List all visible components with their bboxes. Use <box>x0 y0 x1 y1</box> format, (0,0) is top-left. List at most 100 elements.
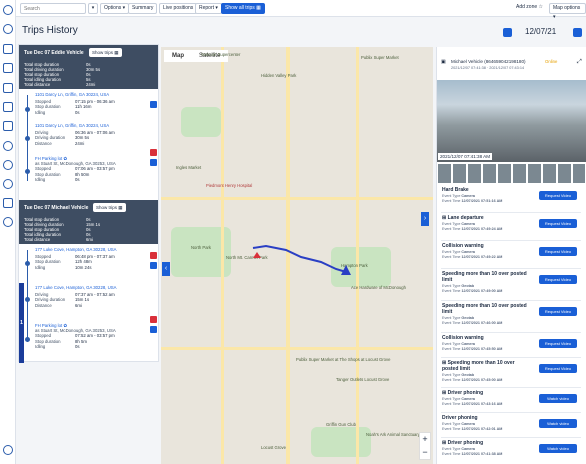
map-view[interactable]: Map Satellite Walmart Supercenter Hidden… <box>161 47 433 464</box>
next-date-button[interactable] <box>573 28 582 37</box>
stop-row: Distance 24mi <box>35 141 155 146</box>
request-video-button[interactable]: Request Video <box>539 307 577 316</box>
event-item[interactable]: Speeding more than 10 over posted limit … <box>441 301 581 333</box>
chart-icon[interactable] <box>3 83 13 93</box>
zoom-out-button[interactable]: − <box>420 446 430 459</box>
search-input[interactable] <box>20 3 86 14</box>
event-time-value: 12/07/2021 07:46:00 AM <box>461 321 503 325</box>
trip-index: 1 <box>20 320 23 326</box>
stop-item[interactable]: FH Parking lot ✿ as Stuart St, McDonough… <box>35 156 155 182</box>
event-type-value: Camera <box>461 397 475 401</box>
stop-item[interactable]: 1101 Darcy Ln, Griffin, GA 30224, USA Dr… <box>35 123 155 146</box>
request-video-button[interactable]: Request Video <box>539 339 577 348</box>
stop-address[interactable]: 177 Luke Cove, Hampton, GA 30228, USA <box>35 285 155 290</box>
expand-icon[interactable]: ⤢ <box>577 59 582 66</box>
document-icon[interactable] <box>3 63 13 73</box>
event-item[interactable]: Collision warning Event Type Camera Even… <box>441 333 581 358</box>
globe-icon[interactable] <box>3 24 13 34</box>
alert-icon[interactable] <box>150 252 157 259</box>
add-zone-button[interactable]: Add zone ☆ <box>513 3 547 14</box>
alert-icon[interactable] <box>150 149 157 156</box>
video-thumbnail[interactable] <box>498 164 511 183</box>
request-video-button[interactable]: Request Video <box>539 247 577 256</box>
more-icon[interactable] <box>150 262 157 269</box>
stop-address[interactable]: 1101 Darcy Ln, Griffin, GA 30224, USA <box>35 92 155 97</box>
options-button[interactable]: Options ▾ <box>100 3 130 14</box>
event-item[interactable]: Collision warning Event Type Camera Even… <box>441 241 581 269</box>
show-trips-button[interactable]: Show trips ▦ <box>93 203 126 212</box>
request-video-button[interactable]: Request Video <box>539 219 577 228</box>
video-thumbnail[interactable] <box>483 164 496 183</box>
event-item[interactable]: ⊞ Driver phoning Event Type Camera Event… <box>441 388 581 413</box>
prev-date-button[interactable] <box>503 28 512 37</box>
logo-icon[interactable] <box>3 5 13 15</box>
watch-video-button[interactable]: Watch video <box>539 394 577 403</box>
summary-value: 6mi <box>86 237 93 242</box>
more-icon[interactable] <box>150 101 157 108</box>
event-time: Event Time 12/07/2021 07:42:01 AM <box>442 427 503 431</box>
stop-key: Idling <box>35 343 46 349</box>
route-icon[interactable] <box>3 198 13 208</box>
event-time-value: 12/07/2021 07:42:01 AM <box>461 427 503 431</box>
watch-video-button[interactable]: Watch video <box>539 444 577 453</box>
stop-address[interactable]: 177 Luke Cove, Hampton, GA 30228, USA <box>35 247 155 252</box>
location-icon[interactable] <box>3 217 13 227</box>
report-button[interactable]: Report ▾ <box>195 3 222 14</box>
alert-icon[interactable] <box>150 316 157 323</box>
event-time-value: 12/07/2021 07:49:24 AM <box>461 227 503 231</box>
stop-item[interactable]: FH Parking lot ✿ as Stuart St, McDonough… <box>35 323 155 349</box>
event-type: Event Type Camera <box>442 342 475 346</box>
video-thumbnail[interactable] <box>453 164 466 183</box>
event-item[interactable]: Hard Brake Event Type Camera Event Time … <box>441 185 581 213</box>
video-thumbnail[interactable] <box>558 164 571 183</box>
settings-icon[interactable] <box>3 179 13 189</box>
user-icon[interactable] <box>3 141 13 151</box>
event-type-value: Camera <box>461 422 475 426</box>
show-trips-button[interactable]: Show trips ▦ <box>89 48 122 57</box>
watch-video-button[interactable]: Watch video <box>539 419 577 428</box>
summary-button[interactable]: Summary <box>128 3 158 14</box>
collapse-left-icon[interactable]: ‹ <box>162 262 170 276</box>
help-icon[interactable] <box>3 445 13 455</box>
video-thumbnail[interactable] <box>438 164 451 183</box>
stop-item[interactable]: 177 Luke Cove, Hampton, GA 30228, USA St… <box>35 247 155 270</box>
event-item[interactable]: Speeding more than 10 over posted limit … <box>441 269 581 301</box>
search-dropdown-icon[interactable]: ▾ <box>88 3 98 14</box>
event-item[interactable]: ⊞ Speeding more than 10 over posted limi… <box>441 358 581 388</box>
event-item[interactable]: ⊞ Driver phoning Event Type Camera Event… <box>441 438 581 464</box>
trip-header: Tue Dec 07 Michael Vehicle Show trips ▦ … <box>19 200 158 244</box>
fuel-icon[interactable] <box>3 160 13 170</box>
video-thumbnail[interactable] <box>543 164 556 183</box>
zoom-in-button[interactable]: + <box>420 433 430 446</box>
stop-value: 0s <box>75 343 80 349</box>
route-overlay <box>252 244 351 275</box>
stop-item[interactable]: 177 Luke Cove, Hampton, GA 30228, USA Dr… <box>35 285 155 308</box>
event-item[interactable]: ⊞ Lane departure Event Type Camera Event… <box>441 213 581 241</box>
video-thumbnail[interactable] <box>468 164 481 183</box>
stop-address[interactable]: 1101 Darcy Ln, Griffin, GA 30224, USA <box>35 123 155 128</box>
event-time-value: 12/07/2021 07:45:50 AM <box>461 347 503 351</box>
request-video-button[interactable]: Request Video <box>539 275 577 284</box>
map-options-button[interactable]: Map options ▾ <box>549 3 586 20</box>
expand-right-icon[interactable]: › <box>421 212 429 226</box>
truck-icon[interactable] <box>3 102 13 112</box>
stop-item[interactable]: 1101 Darcy Ln, Griffin, GA 30224, USA St… <box>35 92 155 115</box>
request-video-button[interactable]: Request Video <box>539 191 577 200</box>
show-all-trips-button[interactable]: Show all trips ▦ <box>221 3 265 14</box>
video-thumbnail[interactable] <box>573 164 585 183</box>
calendar-icon[interactable] <box>3 121 13 131</box>
list-icon[interactable] <box>3 44 13 54</box>
request-video-button[interactable]: Request Video <box>539 364 577 373</box>
stop-value: 6mi <box>75 302 82 308</box>
trip-title: Tue Dec 07 Eddie Vehicle <box>24 50 84 56</box>
live-positions-button[interactable]: Live positions <box>159 3 198 14</box>
summary-row: Total distance 6mi <box>24 237 93 242</box>
event-title: Speeding more than 10 over posted limit <box>442 271 527 283</box>
video-thumbnail[interactable] <box>528 164 541 183</box>
event-item[interactable]: Driver phoning Event Type Camera Event T… <box>441 413 581 438</box>
event-type: Event Type Geotab <box>442 316 475 320</box>
camera-video[interactable] <box>437 80 586 162</box>
event-title: Driver phoning <box>442 415 478 421</box>
event-type-value: Camera <box>461 222 475 226</box>
video-thumbnail[interactable] <box>513 164 526 183</box>
